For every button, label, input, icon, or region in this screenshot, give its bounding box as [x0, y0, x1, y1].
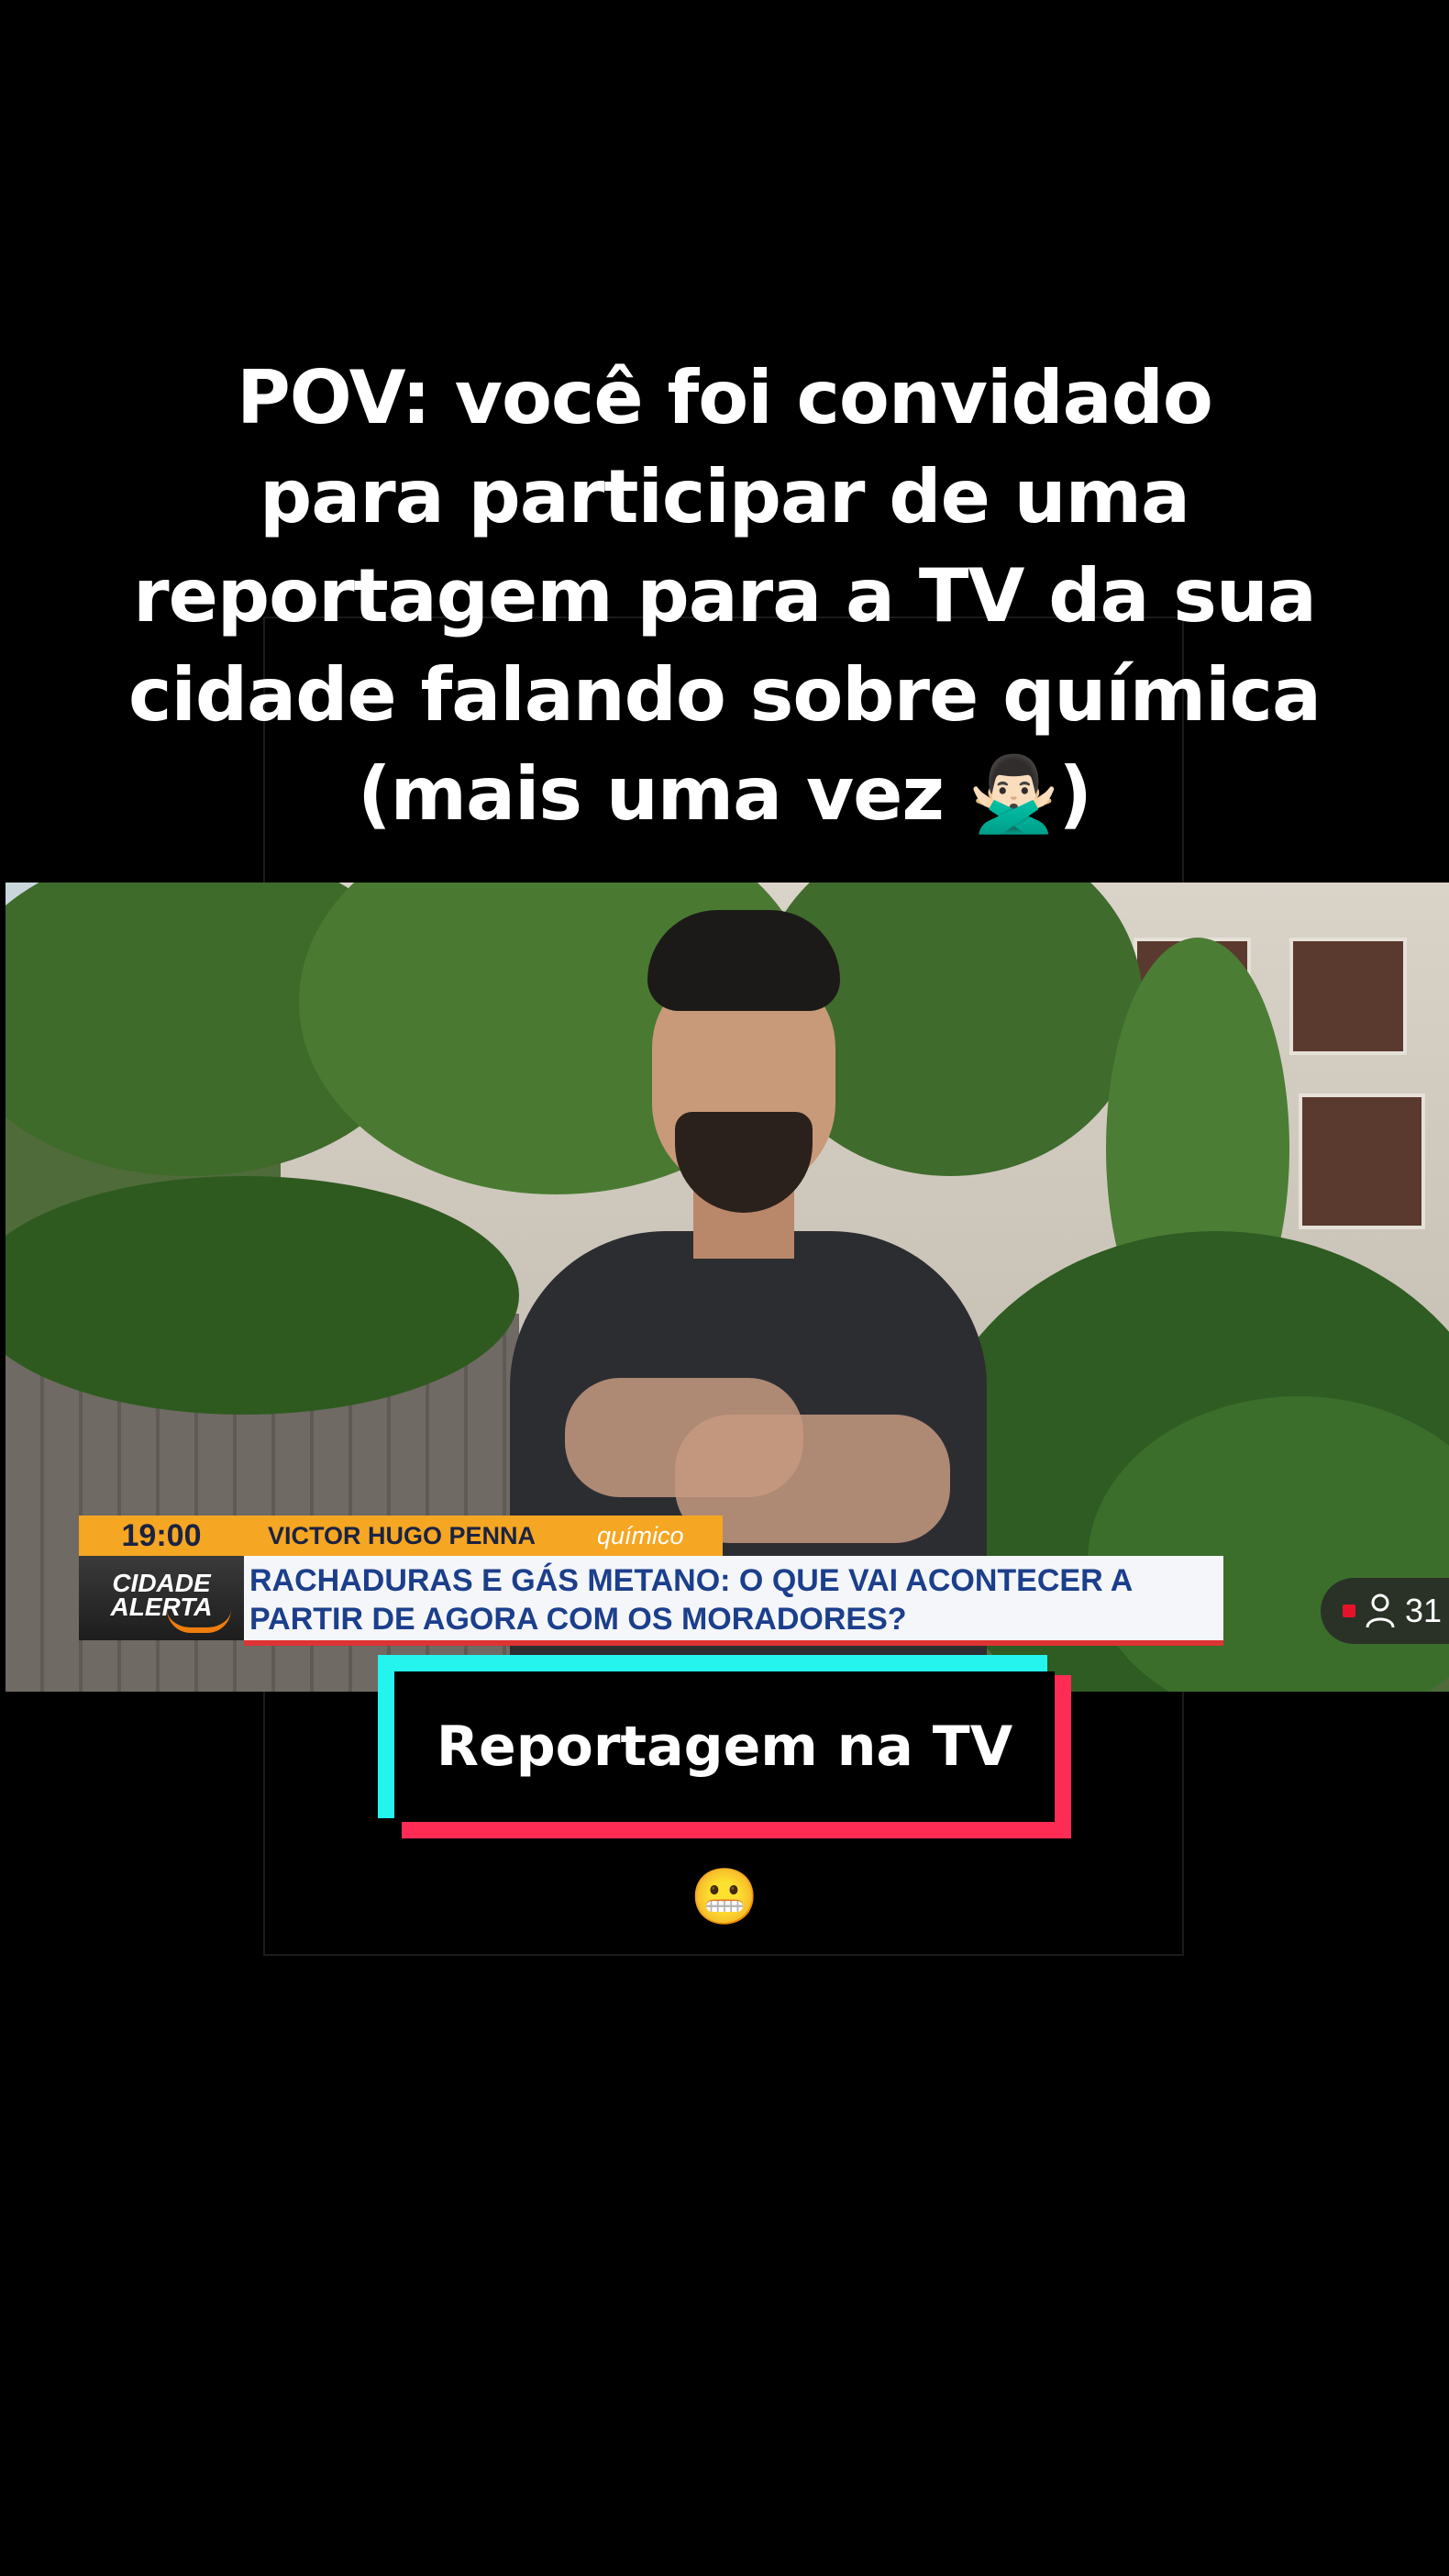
cidade-alerta-logo: CIDADE ALERTA [79, 1556, 244, 1640]
caption-line: POV: você foi convidado [237, 355, 1213, 440]
guest-name: VICTOR HUGO PENNA [268, 1522, 536, 1549]
live-viewers-badge[interactable]: 31 [1321, 1578, 1449, 1644]
guest-role: químico [597, 1522, 684, 1549]
broadcast-headline: RACHADURAS E GÁS METANO: O QUE VAI ACONT… [244, 1556, 1223, 1640]
user-icon [1366, 1593, 1395, 1628]
broadcast-nameplate: VICTOR HUGO PENNA químico [244, 1516, 723, 1556]
sticker-label: Reportagem na TV 😬 [394, 1671, 1055, 1929]
broadcast-time: 19:00 [79, 1516, 244, 1556]
caption-line: (mais uma vez 🙅🏻‍♂️) [358, 751, 1092, 837]
text-sticker[interactable]: Reportagem na TV 😬 [378, 1655, 1071, 1929]
caption-line: cidade falando sobre química [128, 652, 1322, 738]
headline-line: PARTIR DE AGORA COM OS MORADORES? [249, 1602, 907, 1637]
headline-line: RACHADURAS E GÁS METANO: O QUE VAI ACONT… [249, 1563, 1134, 1598]
caption-line: para participar de uma [260, 454, 1190, 539]
live-dot-icon [1343, 1604, 1355, 1617]
video-frame[interactable]: 19:00 VICTOR HUGO PENNA químico CIDADE A… [6, 883, 1449, 1692]
screen: POV: você foi convidado para participar … [0, 0, 1449, 2576]
viewer-count: 31 [1405, 1592, 1443, 1629]
headline-accent-bar [244, 1640, 1223, 1646]
overlay-caption: POV: você foi convidado para participar … [55, 349, 1394, 844]
caption-line: reportagem para a TV da sua [133, 553, 1317, 638]
